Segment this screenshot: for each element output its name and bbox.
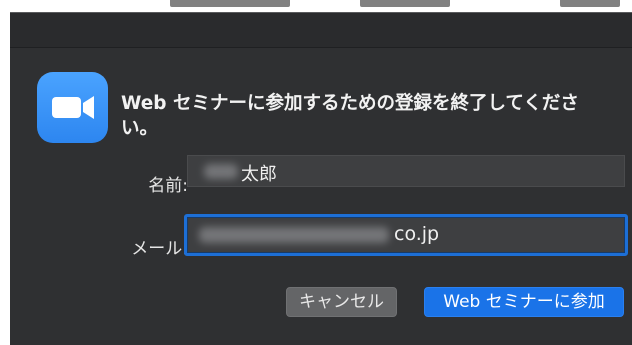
webinar-registration-dialog: Web セミナーに参加するための登録を終了してください。 名前: 太郎 メール:…: [10, 12, 632, 345]
name-label: 名前:: [148, 176, 188, 196]
name-field[interactable]: 太郎: [187, 155, 625, 187]
email-label: メール:: [131, 239, 188, 259]
join-webinar-button[interactable]: Web セミナーに参加: [424, 287, 624, 317]
background-text-fragment: [170, 0, 290, 7]
cancel-button[interactable]: キャンセル: [286, 287, 397, 317]
dialog-heading: Web セミナーに参加するための登録を終了してください。: [121, 93, 579, 139]
zoom-video-camera-icon: [37, 72, 108, 143]
dialog-titlebar: [10, 13, 632, 48]
redacted-email-prefix: [199, 227, 389, 243]
redacted-surname: [204, 164, 238, 179]
name-value: 太郎: [241, 164, 277, 185]
background-text-fragment: [560, 0, 620, 7]
background-window-strip: [0, 0, 632, 12]
email-value: co.jp: [394, 223, 440, 245]
background-text-fragment: [360, 0, 450, 7]
email-field[interactable]: co.jp: [184, 214, 628, 256]
